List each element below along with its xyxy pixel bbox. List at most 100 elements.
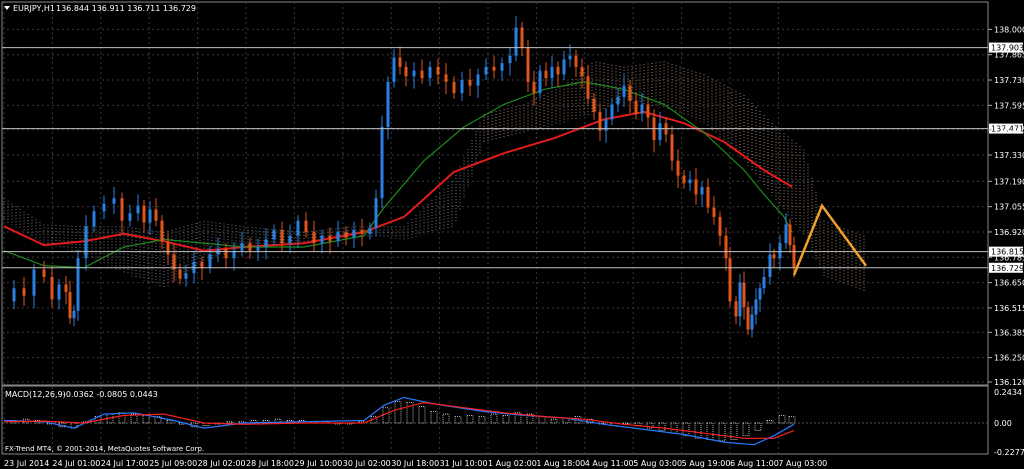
candle-body [420,70,424,79]
candle-body [102,203,106,212]
chart-canvas: 137.903137.471136.815136.729 138.000137.… [0,0,1024,469]
macd-y-tick-label: 0.00 [994,419,1012,428]
candle-body [574,55,578,67]
candle-body [586,76,590,99]
candle-body [392,57,396,82]
macd-y-tick-label: 0.2434 [994,388,1022,397]
candle-body [556,66,560,75]
candle-body [64,284,68,292]
candle-body [768,254,772,277]
candle-body [280,230,284,244]
candle-body [68,291,72,319]
candle-body [520,27,524,49]
macd-label: MACD(12,26,9) [5,390,66,399]
candle-body [136,205,140,214]
candle-body [526,48,530,82]
candle-body [610,104,614,120]
candle-body [500,63,504,71]
candle-body [700,186,704,195]
candle-body [758,288,762,300]
candle-body [368,228,372,234]
y-tick-label: 136.785 [994,253,1024,262]
candle-body [288,235,292,244]
x-tick-label: 30 Jul 02:00 [343,459,391,468]
x-tick-label: 25 Jul 09:00 [149,459,197,468]
candle-body [312,231,316,244]
x-tick-label: 28 Jul 02:00 [198,459,246,468]
candle-body [142,205,146,223]
candle-body [374,198,378,229]
candle-body [562,59,566,75]
candle-body [634,100,638,114]
y-tick-label: 137.190 [994,177,1024,186]
candle-body [492,66,496,71]
candle-body [398,57,402,67]
macd-y-tick-label: -0.2277 [994,448,1024,457]
x-tick-label: 29 Jul 10:00 [294,459,342,468]
candle-body [598,111,602,131]
y-tick-label: 137.330 [994,151,1024,160]
candle-body [320,235,324,244]
candle-body [172,254,176,270]
x-tick-label: 1 Aug 02:00 [488,459,537,468]
candle-body [592,98,596,112]
candle-body [682,175,686,184]
time-axis: 23 Jul 2014 24 Jul 01:00 24 Jul 17:00 25 Ju… [4,459,827,468]
y-tick-label: 136.120 [994,378,1024,387]
y-tick-label: 136.515 [994,304,1024,313]
candle-body [734,301,738,317]
candle-body [538,70,542,94]
candle-body [154,209,158,221]
candle-body [484,66,488,75]
candle-body [640,104,644,114]
candle-body [76,258,80,311]
y-tick-label: 137.055 [994,203,1024,212]
candle-body [84,226,88,259]
candle-body [544,70,548,79]
price-level-label: 136.729 [991,264,1024,273]
candle-body [784,224,788,244]
chart-ohlc: 136.844 136.911 136.711 136.729 [56,4,196,13]
copyright-text: FX-Trend MT4, © 2001-2014, MetaQuotes So… [5,445,204,453]
candle-body [772,254,776,259]
candle-body [762,276,766,289]
candle-body [646,104,650,118]
candle-body [754,299,758,315]
candle-body [694,179,698,195]
candle-body [622,85,626,97]
candle-body [738,282,742,317]
macd-values: -0.0362 -0.0805 0.0443 [63,390,158,399]
y-tick-label: 136.250 [994,354,1024,363]
candle-body [128,213,132,221]
candle-body [72,310,76,319]
x-tick-label: 28 Jul 18:00 [246,459,294,468]
candle-body [792,245,796,268]
candle-body [742,282,746,307]
x-tick-label: 24 Jul 01:00 [52,459,100,468]
candle-body [404,66,408,77]
candle-body [352,230,356,238]
x-tick-label: 4 Aug 11:00 [585,459,634,468]
candle-body [580,66,584,77]
candle-body [728,258,732,302]
candle-body [724,235,728,259]
candle-body [380,126,384,199]
candle-body [670,134,674,161]
candle-body [160,220,164,242]
candle-body [688,179,692,184]
candle-body [532,81,536,94]
candle-body [676,160,680,176]
candle-body [428,66,432,79]
candle-body [746,306,750,330]
candle-body [460,80,464,94]
candle-body [248,243,252,251]
candle-body [296,220,300,236]
y-tick-label: 137.465 [994,126,1024,135]
candle-body [476,74,480,86]
candle-body [12,288,16,302]
candle-body [304,220,308,232]
candle-body [256,246,260,251]
candle-body [508,55,512,64]
candle-body [178,269,182,279]
candle-body [412,70,416,77]
